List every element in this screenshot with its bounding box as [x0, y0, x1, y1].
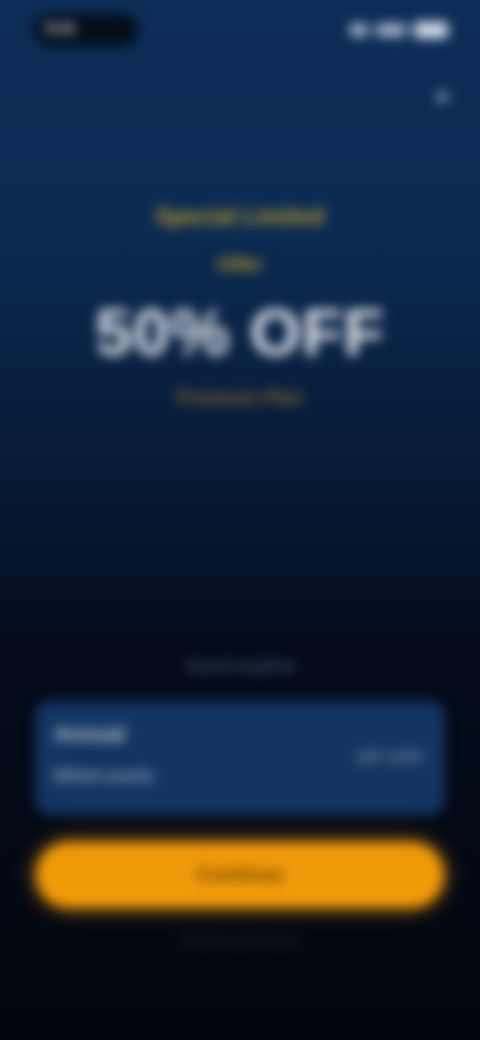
- status-bar-time-pill: 9:41: [34, 14, 138, 46]
- paywall-screen: 9:41 × Special Limited Offer 50% OFF Pre…: [0, 0, 480, 1040]
- close-button[interactable]: ×: [424, 80, 460, 116]
- restore-link[interactable]: Restore purchases: [110, 930, 370, 952]
- status-time: 9:41: [46, 20, 77, 37]
- plan-price: per year: [357, 746, 424, 765]
- status-bar-indicators: [350, 18, 450, 42]
- plan-card[interactable]: Annual Billed yearly per year: [36, 702, 444, 814]
- offer-subhead: Premium Plan: [176, 388, 304, 409]
- continue-button-label: Continue: [196, 863, 284, 886]
- signal-icon: [350, 24, 368, 36]
- continue-button[interactable]: Continue: [36, 842, 444, 908]
- plan-name: Annual: [54, 723, 126, 746]
- close-icon: ×: [434, 84, 449, 111]
- offer-eyebrow: Special Limited: [155, 203, 325, 229]
- battery-icon: [414, 22, 448, 38]
- plan-sub: Billed yearly: [54, 766, 155, 785]
- offer-caption: Cancel anytime: [184, 658, 296, 675]
- discount-headline: 50% OFF: [95, 295, 385, 369]
- blurred-content: 9:41 × Special Limited Offer 50% OFF Pre…: [0, 0, 480, 1040]
- hero: Special Limited Offer 50% OFF Premium Pl…: [40, 200, 440, 412]
- offer-eyebrow-sub: Offer: [217, 255, 263, 276]
- wifi-icon: [376, 24, 406, 36]
